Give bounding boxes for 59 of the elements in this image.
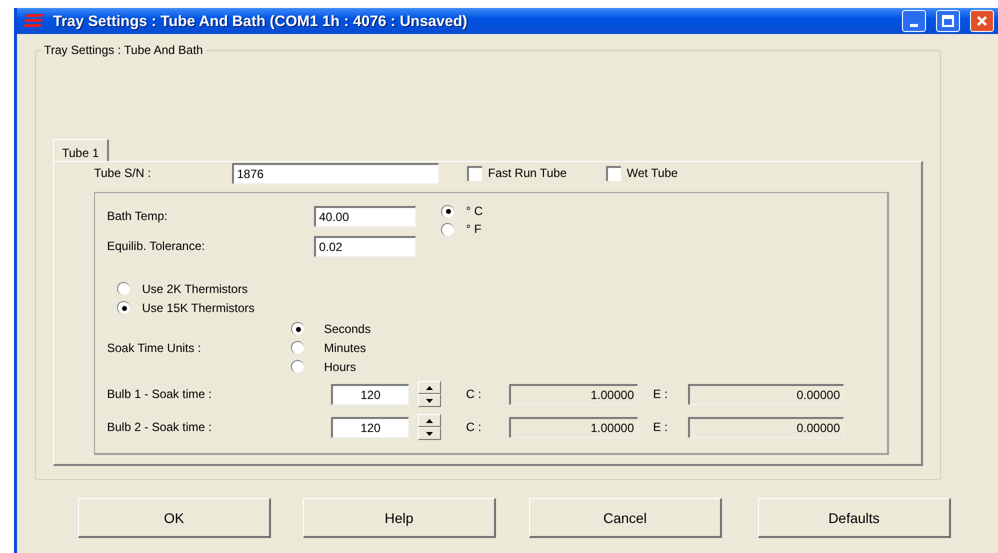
checkbox-label: Wet Tube (626, 166, 678, 180)
cancel-button[interactable]: Cancel (529, 498, 722, 538)
radio-button[interactable] (117, 282, 130, 295)
spin-up-button[interactable] (418, 414, 441, 427)
bath-temp-label: Bath Temp: (107, 209, 168, 223)
ok-button[interactable]: OK (78, 498, 271, 538)
tolerance-field[interactable]: 0.02 (314, 236, 416, 256)
c-value-field: 1.00000 (509, 384, 638, 404)
radio-button[interactable] (291, 360, 304, 373)
group-label: Tray Settings : Tube And Bath (42, 43, 205, 57)
spin-up-button[interactable] (418, 381, 441, 394)
checkbox[interactable] (606, 166, 621, 180)
up-triangle-icon (426, 418, 433, 422)
minimize-button[interactable] (902, 10, 926, 32)
close-button[interactable] (970, 10, 994, 32)
e-label: E : (653, 420, 669, 434)
soak-units-label: Soak Time Units : (107, 340, 202, 354)
radio-button[interactable] (441, 222, 454, 236)
radio-label: Seconds (324, 322, 371, 336)
maximize-icon (942, 15, 954, 27)
close-icon (976, 15, 988, 27)
radio-label: ° C (466, 204, 483, 218)
radio-button[interactable] (117, 301, 130, 314)
down-triangle-icon (426, 432, 433, 436)
serial-field[interactable]: 1876 (232, 162, 439, 184)
c-value-field: 1.00000 (509, 416, 638, 438)
e-value-field: 0.00000 (688, 416, 844, 438)
soak-time-field[interactable]: 120 (331, 416, 409, 438)
bulb-label: Bulb 2 - Soak time : (107, 420, 213, 434)
down-triangle-icon (426, 398, 433, 402)
radio-label: Hours (324, 360, 356, 374)
defaults-button[interactable]: Defaults (758, 498, 951, 538)
checkbox-label: Fast Run Tube (488, 166, 567, 180)
e-value-field: 0.00000 (688, 384, 844, 404)
tolerance-label: Equilib. Tolerance: (107, 239, 206, 253)
spin-down-button[interactable] (418, 427, 441, 440)
e-label: E : (653, 387, 669, 401)
soak-time-field[interactable]: 120 (331, 384, 409, 404)
radio-button[interactable] (291, 341, 304, 354)
tab[interactable]: Tube 1 (53, 139, 109, 161)
radio-button[interactable] (441, 204, 454, 218)
serial-label: Tube S/N : (94, 166, 152, 180)
bath-temp-field[interactable]: 40.00 (314, 206, 416, 226)
help-button[interactable]: Help (303, 498, 496, 538)
radio-button[interactable] (291, 322, 304, 335)
stripes-icon (23, 13, 45, 29)
radio-label: Minutes (324, 340, 366, 354)
radio-label: ° F (466, 222, 482, 236)
window-title: Tray Settings : Tube And Bath (COM1 1h : 4076 : Unsaved) (53, 12, 468, 30)
checkbox[interactable] (467, 166, 482, 180)
radio-label: Use 15K Thermistors (142, 300, 254, 314)
minimize-icon (910, 24, 918, 26)
maximize-button[interactable] (936, 10, 960, 32)
radio-label: Use 2K Thermistors (142, 282, 248, 296)
up-triangle-icon (426, 386, 433, 390)
spin-down-button[interactable] (418, 394, 441, 407)
c-label: C : (466, 420, 482, 434)
bulb-label: Bulb 1 - Soak time : (107, 387, 213, 401)
c-label: C : (466, 387, 482, 401)
